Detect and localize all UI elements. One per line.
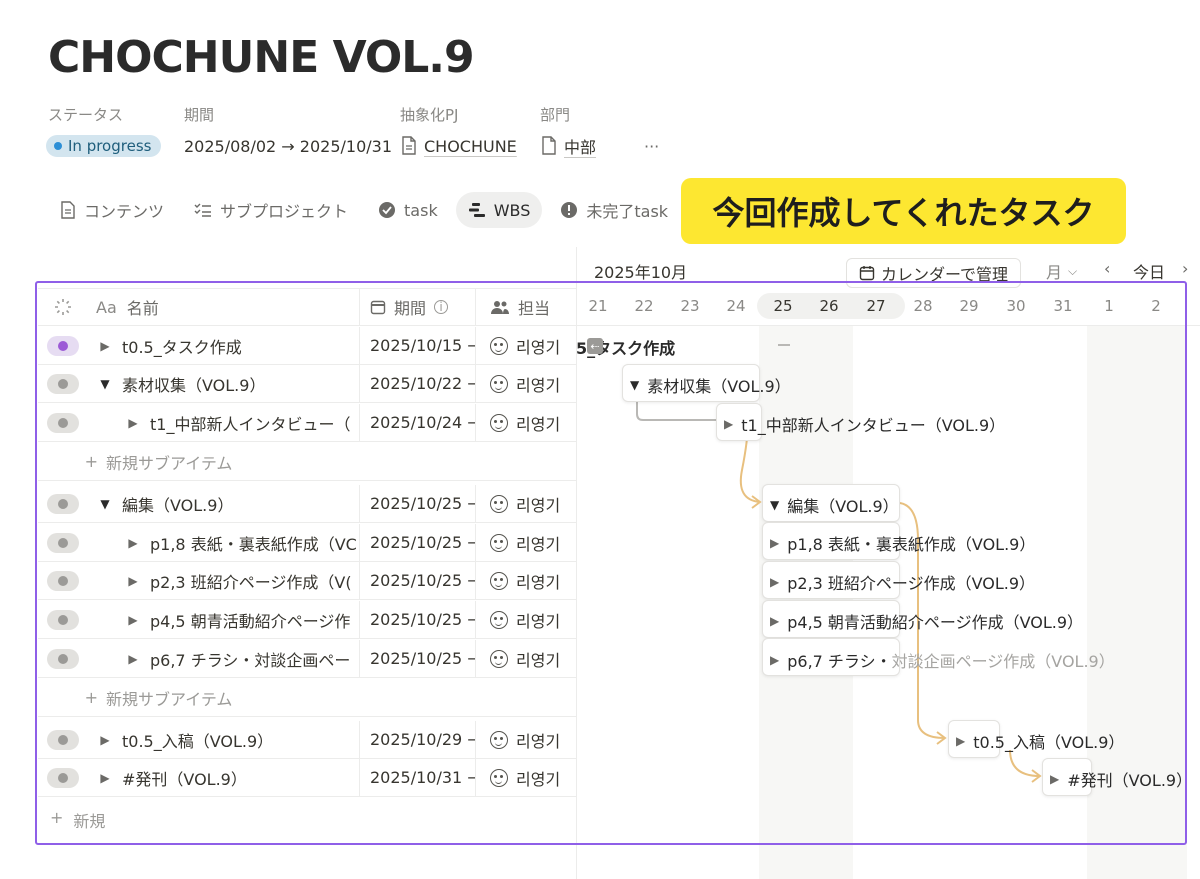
gantt-bar-p45-label: ▶ p4,5 朝青活動紹介ページ作成（VOL.9） <box>770 613 1084 632</box>
triangle-right-icon: ▶ <box>1050 772 1060 786</box>
gantt-bar-materials-label: ▼ 素材収集（VOL.9） <box>630 377 791 396</box>
triangle-right-icon: ▶ <box>724 417 734 431</box>
gantt-bar-p67-label: ▶ p6,7 チラシ・ 対談企画ページ作成（VOL.9） <box>770 652 1115 671</box>
triangle-right-icon: ▶ <box>770 653 780 667</box>
triangle-right-icon: ▶ <box>770 536 780 550</box>
triangle-right-icon: ▶ <box>770 614 780 628</box>
arrow-left-icon[interactable]: ⇠ <box>587 338 603 354</box>
gantt-bar-publication-label: ▶ #発刊（VOL.9） <box>1050 771 1193 790</box>
gantt-bar-interview-label: ▶ t1_中部新人インタビュー（VOL.9） <box>724 416 1006 435</box>
add-new-button[interactable]: + 新規 <box>50 808 105 832</box>
triangle-down-icon: ▼ <box>770 498 780 512</box>
plus-icon: + <box>50 808 64 827</box>
gantt-bar-p23-label: ▶ p2,3 班紹介ページ作成（VOL.9） <box>770 574 1036 593</box>
gantt-bar-editing-label: ▼ 編集（VOL.9） <box>770 497 899 516</box>
triangle-right-icon: ▶ <box>770 575 780 589</box>
triangle-down-icon: ▼ <box>630 378 640 392</box>
gantt-bar-p18-label: ▶ p1,8 表紙・裏表紙作成（VOL.9） <box>770 535 1036 554</box>
triangle-right-icon: ▶ <box>956 734 966 748</box>
gantt-bar-submission-label: ▶ t0.5_入稿（VOL.9） <box>956 733 1125 752</box>
